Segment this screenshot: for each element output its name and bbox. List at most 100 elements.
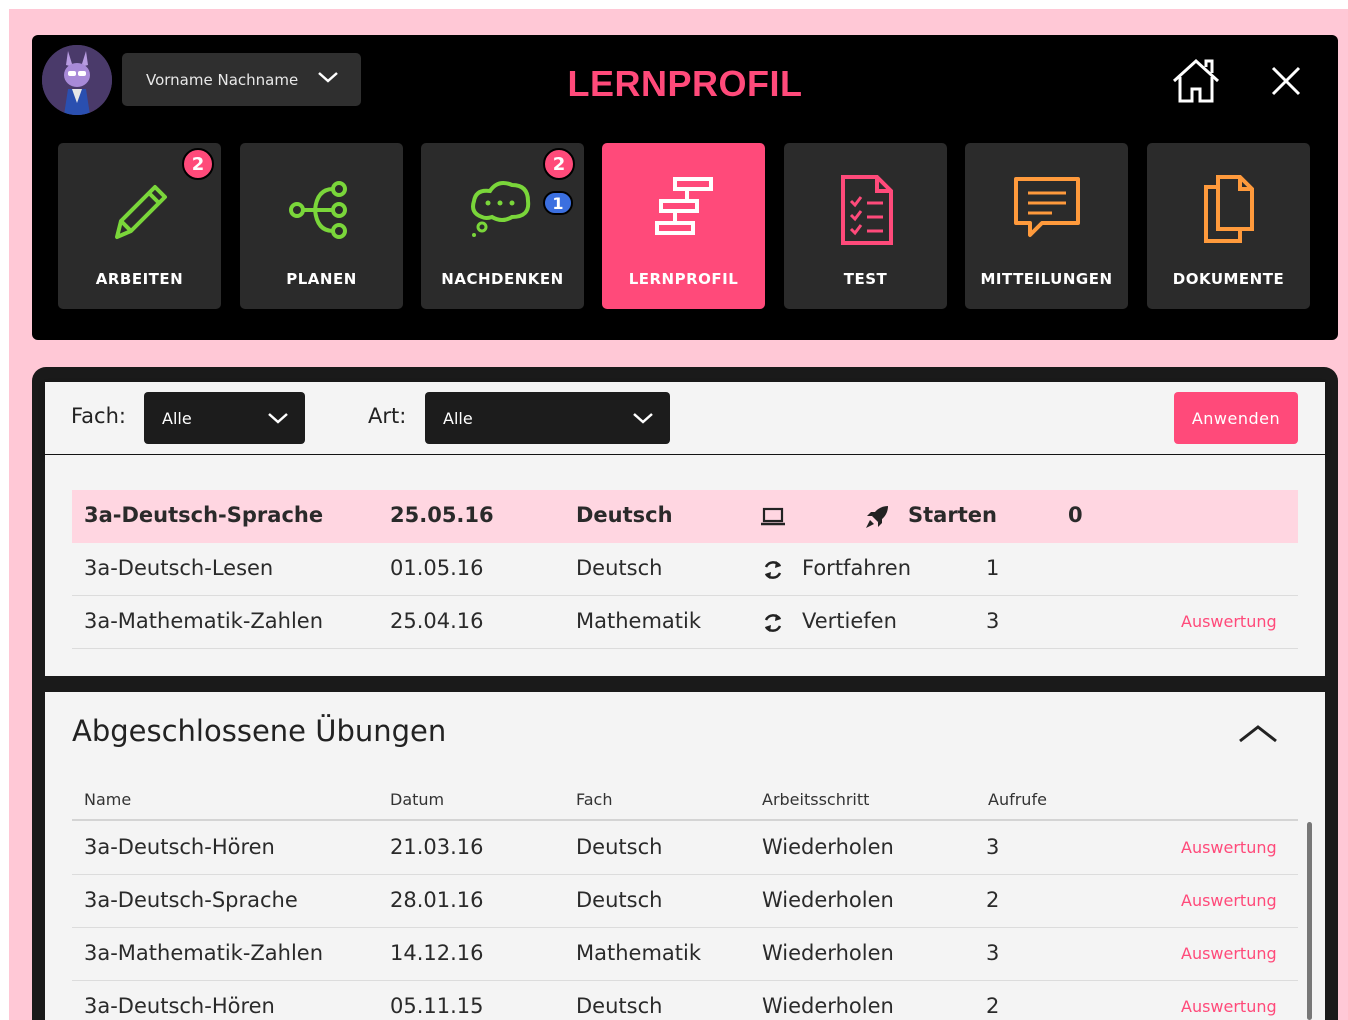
exercise-name: 3a-Deutsch-Sprache bbox=[84, 888, 298, 912]
exercise-date: 05.11.15 bbox=[390, 994, 484, 1018]
column-header-subject: Fach bbox=[576, 790, 613, 809]
table-row[interactable]: 3a-Mathematik-Zahlen 25.04.16 Mathematik… bbox=[72, 596, 1298, 649]
exercise-name: 3a-Deutsch-Hören bbox=[84, 994, 275, 1018]
exercise-step: Wiederholen bbox=[762, 994, 894, 1018]
exercise-name: 3a-Deutsch-Lesen bbox=[84, 556, 274, 580]
notification-badge: 2 bbox=[543, 148, 575, 180]
completed-exercises: Abgeschlossene Übungen Name Datum Fach A… bbox=[45, 692, 1325, 1020]
evaluation-link[interactable]: Auswertung bbox=[1181, 891, 1277, 910]
exercise-subject: Deutsch bbox=[576, 888, 663, 912]
view-count: 3 bbox=[986, 609, 1000, 633]
filter-bar: Fach: Alle Art: Alle Anwenden bbox=[45, 382, 1325, 454]
column-header-views: Aufrufe bbox=[988, 790, 1047, 809]
exercise-step: Wiederholen bbox=[762, 835, 894, 859]
fach-select[interactable]: Alle bbox=[144, 392, 305, 444]
nav-tile-lernprofil[interactable]: LERNPROFIL bbox=[602, 143, 765, 309]
signpost-icon bbox=[654, 177, 713, 235]
refresh-icon[interactable] bbox=[760, 557, 786, 583]
chevron-down-icon bbox=[268, 413, 288, 424]
thought-bubble-icon bbox=[470, 181, 530, 237]
exercise-subject: Mathematik bbox=[576, 941, 702, 965]
exercise-date: 28.01.16 bbox=[390, 888, 484, 912]
table-row[interactable]: 3a-Mathematik-Zahlen 14.12.16 Mathematik… bbox=[72, 928, 1298, 981]
message-badge: 1 bbox=[543, 191, 573, 215]
column-header-step: Arbeitsschritt bbox=[762, 790, 870, 809]
exercise-subject: Mathematik bbox=[576, 609, 702, 633]
nav-label: PLANEN bbox=[286, 270, 357, 288]
nav-tile-arbeiten[interactable]: ARBEITEN 2 bbox=[58, 143, 221, 309]
exercise-name: 3a-Deutsch-Sprache bbox=[84, 503, 324, 527]
table-row[interactable]: 3a-Deutsch-Hören 05.11.15 Deutsch Wieder… bbox=[72, 981, 1298, 1020]
exercise-subject: Deutsch bbox=[576, 556, 663, 580]
close-icon[interactable] bbox=[1270, 65, 1302, 97]
view-count: 3 bbox=[986, 835, 1000, 859]
nav-label: DOKUMENTE bbox=[1172, 270, 1285, 288]
laptop-icon bbox=[761, 507, 785, 526]
exercise-date: 25.04.16 bbox=[390, 609, 484, 633]
exercise-date: 21.03.16 bbox=[390, 835, 484, 859]
view-count: 2 bbox=[986, 888, 1000, 912]
chevron-up-icon[interactable] bbox=[1237, 722, 1279, 744]
step-action[interactable]: Starten bbox=[908, 503, 997, 527]
table-row[interactable]: 3a-Deutsch-Sprache 28.01.16 Deutsch Wied… bbox=[72, 875, 1298, 928]
nav-label: ARBEITEN bbox=[95, 270, 184, 288]
art-label: Art: bbox=[368, 404, 407, 428]
exercise-date: 25.05.16 bbox=[390, 503, 494, 527]
view-count: 3 bbox=[986, 941, 1000, 965]
art-value: Alle bbox=[443, 408, 473, 428]
home-icon[interactable] bbox=[1170, 57, 1222, 105]
column-header-date: Datum bbox=[390, 790, 445, 809]
nav-tile-test[interactable]: TEST bbox=[784, 143, 947, 309]
page-title: LERNPROFIL bbox=[567, 63, 803, 104]
nav-tile-dokumente[interactable]: DOKUMENTE bbox=[1147, 143, 1310, 309]
view-count: 0 bbox=[1068, 503, 1083, 527]
evaluation-link[interactable]: Auswertung bbox=[1181, 612, 1277, 631]
art-select[interactable]: Alle bbox=[425, 392, 670, 444]
documents-icon bbox=[1203, 175, 1254, 243]
table-row[interactable]: 3a-Deutsch-Lesen 01.05.16 Deutsch Fortfa… bbox=[72, 543, 1298, 596]
nav-label: TEST bbox=[843, 270, 888, 288]
message-icon bbox=[1013, 177, 1080, 237]
table-row[interactable]: 3a-Deutsch-Hören 21.03.16 Deutsch Wieder… bbox=[72, 822, 1298, 875]
fach-label: Fach: bbox=[71, 404, 126, 428]
evaluation-link[interactable]: Auswertung bbox=[1181, 838, 1277, 857]
nav-tile-planen[interactable]: PLANEN bbox=[240, 143, 403, 309]
nav-tile-nachdenken[interactable]: NACHDENKEN 2 1 bbox=[421, 143, 584, 309]
table-header: Name Datum Fach Arbeitsschritt Aufrufe bbox=[72, 789, 1298, 821]
section-title: Abgeschlossene Übungen bbox=[72, 714, 447, 748]
pencil-icon bbox=[114, 185, 167, 239]
flow-icon bbox=[288, 181, 347, 239]
view-count: 1 bbox=[986, 556, 1000, 580]
exercise-name: 3a-Mathematik-Zahlen bbox=[84, 609, 324, 633]
refresh-icon[interactable] bbox=[760, 610, 786, 636]
rocket-icon[interactable] bbox=[864, 504, 890, 530]
exercise-step: Wiederholen bbox=[762, 941, 894, 965]
exercise-name: 3a-Deutsch-Hören bbox=[84, 835, 275, 859]
current-exercises: 3a-Deutsch-Sprache 25.05.16 Deutsch Star… bbox=[45, 455, 1325, 676]
nav-label: LERNPROFIL bbox=[628, 270, 739, 288]
checklist-icon bbox=[840, 175, 893, 245]
exercise-subject: Deutsch bbox=[576, 503, 673, 527]
column-header-name: Name bbox=[84, 790, 132, 809]
fach-value: Alle bbox=[162, 408, 192, 428]
scrollbar[interactable] bbox=[1307, 822, 1312, 1020]
apply-button[interactable]: Anwenden bbox=[1174, 392, 1298, 444]
exercise-name: 3a-Mathematik-Zahlen bbox=[84, 941, 324, 965]
view-count: 2 bbox=[986, 994, 1000, 1018]
table-row[interactable]: 3a-Deutsch-Sprache 25.05.16 Deutsch Star… bbox=[72, 490, 1298, 543]
step-action[interactable]: Vertiefen bbox=[802, 609, 897, 633]
step-action[interactable]: Fortfahren bbox=[802, 556, 911, 580]
exercise-subject: Deutsch bbox=[576, 835, 663, 859]
notification-badge: 2 bbox=[182, 148, 214, 180]
exercise-subject: Deutsch bbox=[576, 994, 663, 1018]
nav-label: MITTEILUNGEN bbox=[980, 270, 1113, 288]
chevron-down-icon bbox=[633, 413, 653, 424]
app-header: Vorname Nachname LERNPROFIL ARBEITEN 2 P… bbox=[32, 35, 1338, 340]
exercise-date: 01.05.16 bbox=[390, 556, 484, 580]
evaluation-link[interactable]: Auswertung bbox=[1181, 997, 1277, 1016]
evaluation-link[interactable]: Auswertung bbox=[1181, 944, 1277, 963]
nav-tile-mitteilungen[interactable]: MITTEILUNGEN bbox=[965, 143, 1128, 309]
exercise-date: 14.12.16 bbox=[390, 941, 484, 965]
exercise-step: Wiederholen bbox=[762, 888, 894, 912]
nav-label: NACHDENKEN bbox=[441, 270, 564, 288]
